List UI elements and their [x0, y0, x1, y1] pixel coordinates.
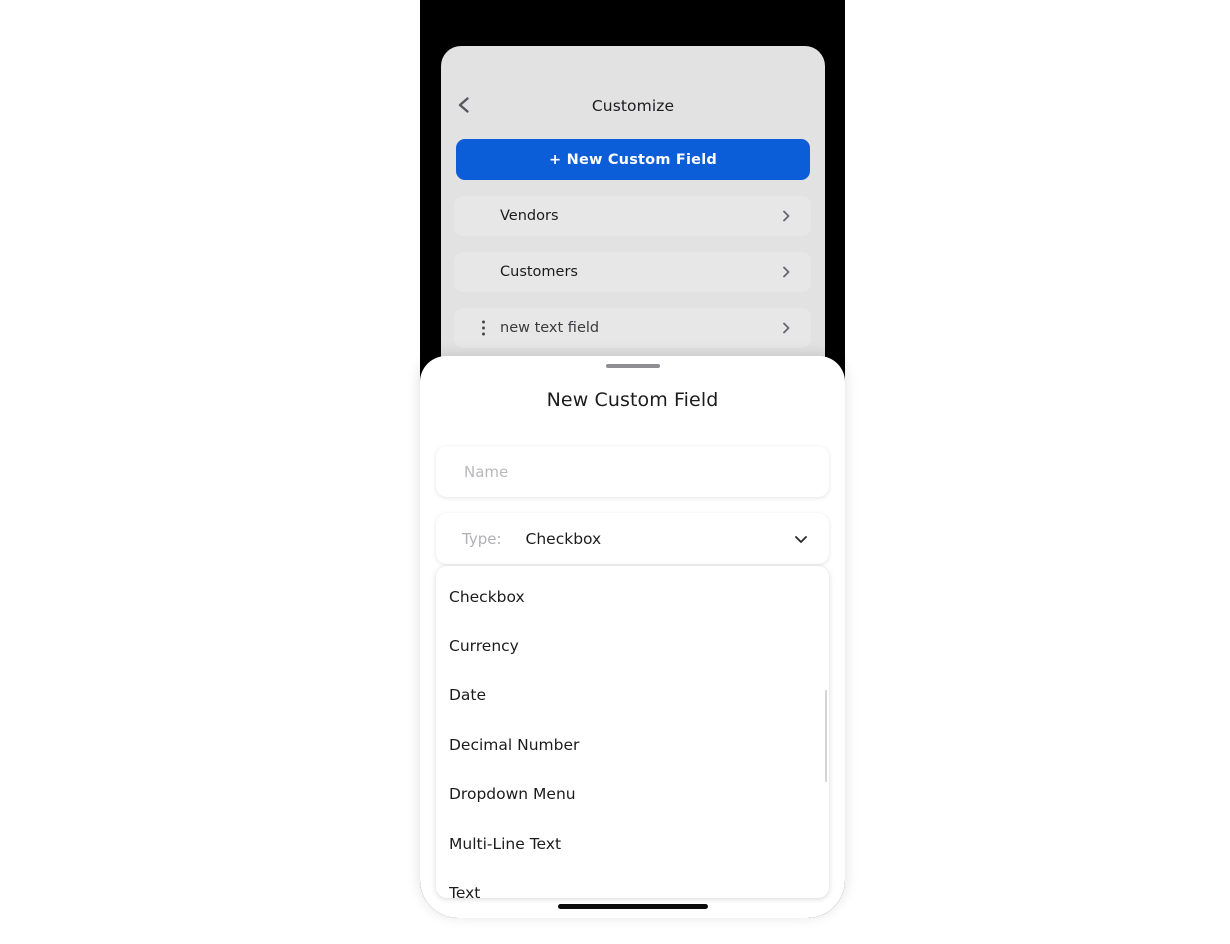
dropdown-option-label: Dropdown Menu	[449, 785, 576, 804]
drag-handle-icon[interactable]	[482, 320, 485, 336]
dropdown-option-date[interactable]: Date	[436, 671, 829, 720]
dropdown-option-label: Multi-Line Text	[449, 834, 562, 853]
customize-navbar: Customize	[441, 46, 825, 130]
list-item-label: Customers	[500, 264, 578, 280]
list-item-label: new text field	[500, 320, 600, 336]
type-label: Type:	[462, 529, 502, 548]
dropdown-options-list[interactable]: Checkbox Currency Date Decimal Number Dr…	[436, 566, 829, 898]
type-options-dropdown[interactable]: Checkbox Currency Date Decimal Number Dr…	[436, 566, 829, 898]
list-item-new-text-field[interactable]: new text field	[454, 308, 811, 348]
dropdown-option-dropdown-menu[interactable]: Dropdown Menu	[436, 770, 829, 819]
type-selected-value: Checkbox	[525, 529, 602, 548]
dropdown-option-label: Date	[449, 686, 487, 705]
list-item-vendors[interactable]: Vendors	[454, 196, 811, 236]
list-item-customers[interactable]: Customers	[454, 252, 811, 292]
page-title: Customize	[591, 97, 675, 115]
dropdown-option-label: Decimal Number	[449, 735, 580, 754]
dropdown-option-label: Currency	[449, 637, 519, 656]
sheet-grabber-handle[interactable]	[605, 364, 660, 368]
name-field-container[interactable]	[436, 446, 829, 497]
new-custom-field-button[interactable]: + New Custom Field	[456, 139, 810, 180]
dropdown-option-currency[interactable]: Currency	[436, 621, 829, 670]
type-select[interactable]: Type: Checkbox	[436, 513, 829, 564]
list-item-label: Vendors	[500, 208, 559, 224]
name-input[interactable]	[462, 461, 796, 482]
dropdown-option-decimal-number[interactable]: Decimal Number	[436, 720, 829, 769]
home-indicator-bar[interactable]	[557, 904, 708, 909]
new-custom-field-sheet: New Custom Field Type: Checkbox Checkbox…	[420, 356, 845, 918]
chevron-right-icon	[779, 209, 793, 223]
dropdown-scrollbar[interactable]	[825, 690, 827, 782]
dropdown-option-text[interactable]: Text	[436, 868, 829, 898]
dropdown-option-label: Checkbox	[449, 587, 525, 606]
customize-screen: Customize + New Custom Field Vendors Cus…	[441, 46, 825, 366]
dropdown-option-multi-line-text[interactable]: Multi-Line Text	[436, 819, 829, 868]
dropdown-option-checkbox[interactable]: Checkbox	[436, 572, 829, 621]
sheet-title: New Custom Field	[546, 389, 719, 411]
dropdown-option-label: Text	[449, 884, 481, 898]
chevron-down-icon[interactable]	[793, 531, 809, 547]
chevron-right-icon	[779, 265, 793, 279]
chevron-right-icon	[779, 321, 793, 335]
